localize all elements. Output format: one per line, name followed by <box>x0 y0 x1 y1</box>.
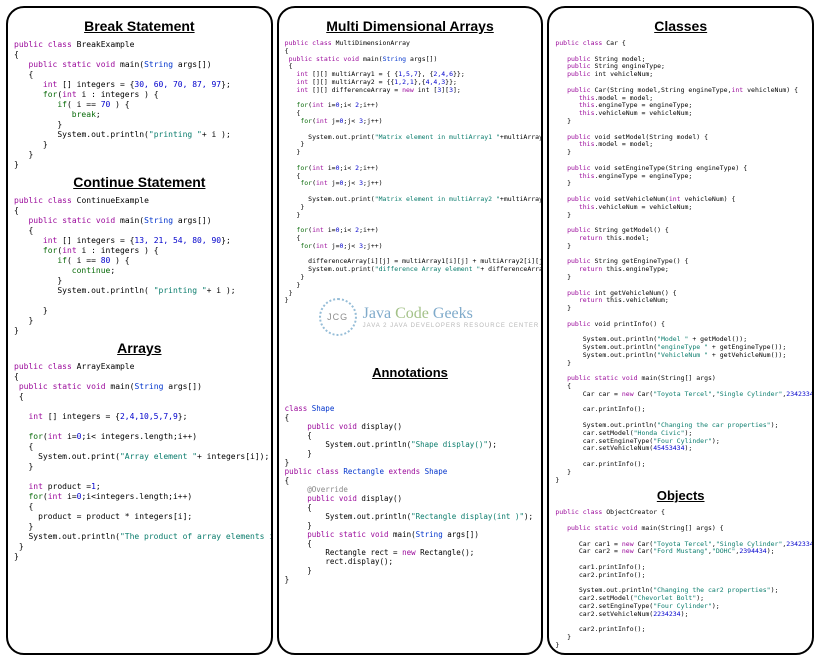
code-objects: public class ObjectCreator { public stat… <box>555 509 806 649</box>
code-continue: public class ContinueExample { public st… <box>14 196 265 336</box>
title-classes: Classes <box>555 18 806 34</box>
column-mda-annotations: Multi Dimensional Arrays public class Mu… <box>277 6 544 655</box>
title-break: Break Statement <box>14 18 265 34</box>
title-continue: Continue Statement <box>14 174 265 190</box>
title-mda: Multi Dimensional Arrays <box>285 18 536 34</box>
watermark-sub: JAVA 2 JAVA DEVELOPERS RESOURCE CENTER <box>363 323 540 329</box>
code-arrays: public class ArrayExample { public stati… <box>14 362 265 562</box>
title-annotations: Annotations <box>285 365 536 380</box>
title-objects: Objects <box>555 488 806 503</box>
watermark-circle-icon: JCG <box>319 298 357 336</box>
watermark-jcg: JCG Java Code Geeks JAVA 2 JAVA DEVELOPE… <box>319 298 540 336</box>
column-break-continue-arrays: Break Statement public class BreakExampl… <box>6 6 273 655</box>
code-mda: public class MultiDimensionArray { publi… <box>285 40 536 305</box>
column-classes-objects: Classes public class Car { public String… <box>547 6 814 655</box>
code-break: public class BreakExample { public stati… <box>14 40 265 170</box>
title-arrays: Arrays <box>14 340 265 356</box>
code-annotations: class Shape { public void display() { Sy… <box>285 386 536 584</box>
code-classes: public class Car { public String model; … <box>555 40 806 484</box>
watermark-main: Java Code Geeks <box>363 305 540 323</box>
